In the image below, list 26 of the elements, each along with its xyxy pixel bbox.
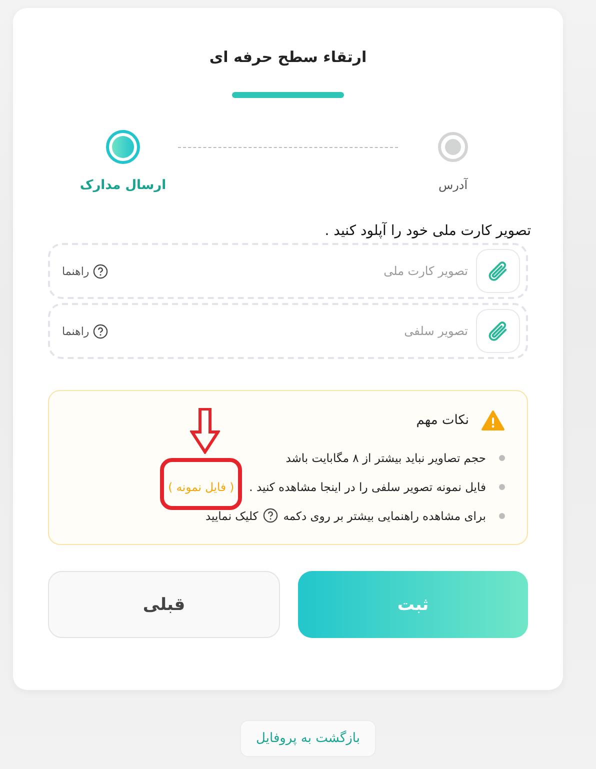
help-icon: [93, 324, 108, 338]
previous-button[interactable]: قبلی: [48, 571, 280, 638]
help-icon: [263, 508, 278, 523]
notes-title: نکات مهم: [416, 412, 469, 428]
upload-label: تصویر سلفی: [404, 324, 468, 338]
bullet: [499, 484, 505, 490]
page-title: ارتقاء سطح حرفه ای: [209, 48, 367, 66]
note-text: کلیک نمایید: [205, 508, 258, 522]
instruction-text: تصویر کارت ملی خود را آپلود کنید .: [324, 223, 531, 239]
note-text: حجم تصاویر نباید بیشتر از ۸ مگابایت باشد: [286, 450, 486, 464]
paperclip-icon: [488, 261, 508, 281]
annotation-arrow: [190, 408, 220, 454]
step-label: ارسال مدارک: [80, 178, 166, 193]
step-label: آدرس: [438, 178, 468, 192]
note-text: برای مشاهده راهنمایی بیشتر بر روی دکمه: [283, 508, 486, 522]
note-text: فایل نمونه تصویر سلفی را در اینجا مشاهده کنید .: [249, 480, 486, 494]
help-link[interactable]: راهنما: [62, 264, 90, 278]
upload-field[interactable]: تصویر کارت ملی راهنما: [48, 243, 528, 299]
bullet: [499, 512, 505, 518]
bullet: [499, 454, 505, 460]
help-link[interactable]: راهنما: [62, 324, 90, 338]
upload-field[interactable]: تصویر سلفی راهنما: [48, 303, 528, 359]
paperclip-icon: [488, 321, 508, 341]
warning-icon: [481, 409, 505, 431]
upload-label: تصویر کارت ملی: [384, 264, 468, 278]
help-icon: [93, 264, 108, 278]
